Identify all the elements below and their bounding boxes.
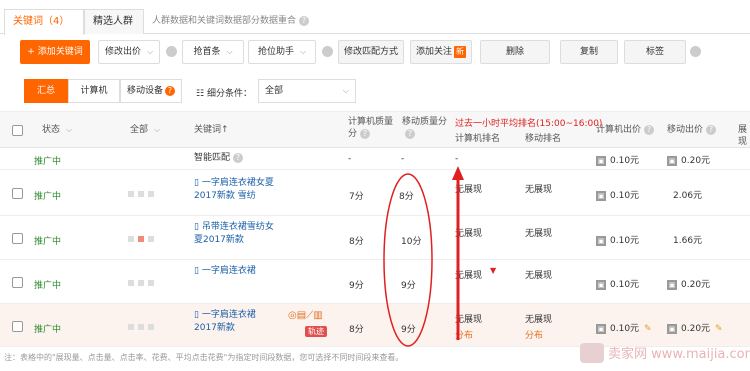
annotation-arrow-head <box>452 166 464 180</box>
watermark: 卖家网 www.maijia.com <box>580 340 750 366</box>
watermark-text: 卖家网 www.maijia.com <box>608 346 750 362</box>
watermark-logo: 卖家网 www.maijia.com <box>580 343 750 363</box>
highlight-ellipse <box>383 173 433 347</box>
footnote: 注：表格中的"展现量、点击量、点击率、花费、平均点击花费"为指定时间段数据，您可… <box>4 352 403 363</box>
annotation-overlay <box>383 166 464 347</box>
footnote-text: 注：表格中的"展现量、点击量、点击率、花费、平均点击花费"为指定时间段数据，您可… <box>4 353 404 362</box>
